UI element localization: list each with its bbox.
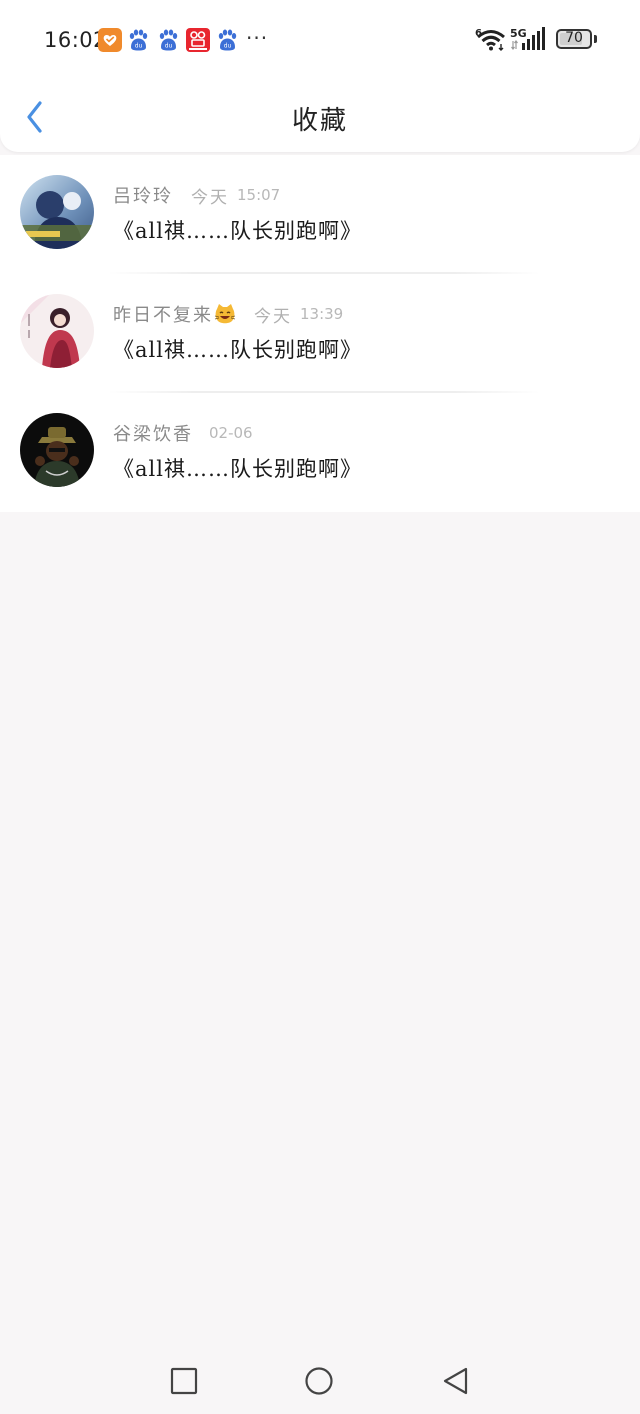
item-title[interactable]: 《all祺……队长别跑啊》: [113, 334, 362, 364]
circle-icon[interactable]: [304, 1366, 334, 1396]
avatar-image: [20, 294, 94, 368]
list-item[interactable]: 昨日不复来 今天 13:39 《all祺……队长别跑啊》: [0, 274, 640, 393]
baidu-paw-icon: du: [159, 29, 178, 51]
app-icon: [186, 28, 210, 52]
svg-text:du: du: [135, 43, 143, 50]
item-title[interactable]: 《all祺……队长别跑啊》: [113, 215, 362, 245]
signal-5g-icon: 5G: [510, 27, 545, 50]
baidu-paw-icon: du: [218, 29, 237, 51]
health-icon: [98, 28, 122, 52]
avatar[interactable]: [20, 175, 94, 249]
item-title[interactable]: 《all祺……队长别跑啊》: [113, 453, 362, 483]
page-title: 收藏: [291, 106, 348, 136]
battery-percentage: 70: [565, 30, 583, 46]
avatar-image: [20, 175, 94, 249]
username[interactable]: 吕玲玲: [113, 182, 173, 208]
baidu-paw-icon: du: [129, 29, 148, 51]
username[interactable]: 昨日不复来: [113, 301, 213, 327]
network-label: 5G: [510, 27, 527, 40]
item-date: 02-06: [209, 424, 253, 442]
status-bar: 16:02 du du du ··· 6 5G 70: [0, 0, 640, 80]
list-item[interactable]: 谷梁饮香 02-06 《all祺……队长别跑啊》: [0, 393, 640, 512]
username[interactable]: 谷梁饮香: [113, 420, 193, 446]
more-notifications-icon: ···: [246, 26, 269, 50]
header-panel: 16:02 du du du ··· 6 5G 70 收藏: [0, 0, 640, 152]
favorites-list: 吕玲玲 今天 15:07 《all祺……队长别跑啊》 昨日不复来 今天 13:3…: [0, 155, 640, 512]
item-meta: 谷梁饮香 02-06: [113, 420, 253, 446]
item-meta: 吕玲玲 今天 15:07: [113, 182, 280, 208]
battery-tip: [594, 35, 597, 43]
system-nav-bar: [0, 1346, 640, 1414]
battery-indicator: 70: [556, 29, 592, 49]
avatar[interactable]: [20, 294, 94, 368]
cat-face-icon: [214, 304, 236, 324]
wifi-icon: 6: [475, 28, 505, 51]
item-meta: 昨日不复来 今天 13:39: [113, 301, 343, 327]
list-item[interactable]: 吕玲玲 今天 15:07 《all祺……队长别跑啊》: [0, 155, 640, 274]
svg-text:du: du: [165, 43, 173, 50]
avatar-image: [20, 413, 94, 487]
item-date: 今天: [254, 306, 292, 327]
avatar[interactable]: [20, 413, 94, 487]
item-date: 今天: [191, 187, 229, 208]
triangle-back-icon[interactable]: [441, 1366, 471, 1396]
svg-text:du: du: [224, 43, 232, 50]
square-icon[interactable]: [169, 1366, 199, 1396]
item-time: 15:07: [237, 186, 281, 204]
item-time: 13:39: [300, 305, 344, 323]
